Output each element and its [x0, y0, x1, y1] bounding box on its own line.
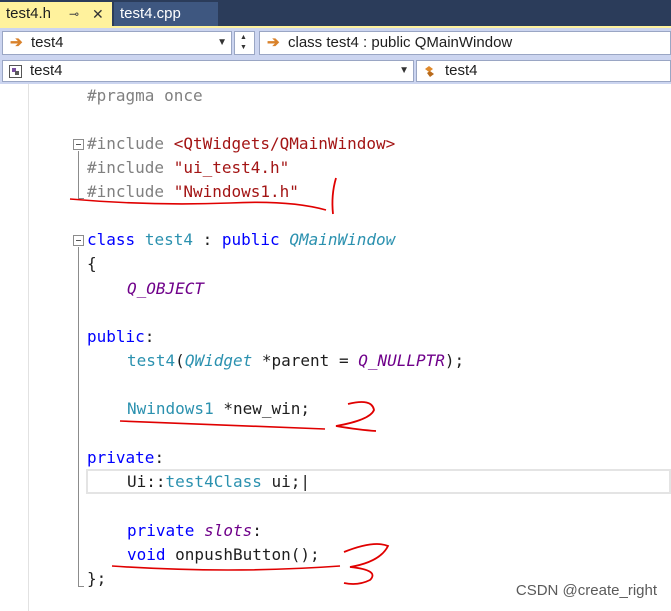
colon-separator: : — [192, 230, 222, 249]
keyword-slots: slots — [204, 521, 253, 540]
chevron-down-icon[interactable]: ▼ — [399, 61, 409, 81]
code-line-class-decl: class test4 : public QMainWindow — [87, 228, 395, 252]
include-path: <QtWidgets/QMainWindow> — [173, 134, 396, 153]
member-rest: *new_win; — [213, 399, 311, 418]
keyword-public: public — [221, 230, 280, 249]
code-line-public: public: — [87, 325, 154, 349]
collapse-toggle[interactable] — [73, 139, 84, 150]
keyword-class: class — [87, 230, 136, 249]
keyword-private: private — [127, 521, 195, 540]
outline-end — [78, 586, 84, 587]
include-directive: #include — [87, 182, 165, 201]
code-line-private: private: — [87, 446, 164, 470]
code-line-private-slots: private slots: — [127, 519, 262, 543]
member-type: Nwindows1 — [127, 399, 214, 418]
spin-up-icon[interactable]: ▲ — [240, 34, 247, 41]
null-macro: Q_NULLPTR — [358, 351, 445, 370]
pin-icon[interactable]: ⊸ — [69, 2, 79, 26]
arrow-right-icon: ➔ — [10, 34, 23, 51]
keyword-public: public — [87, 327, 145, 346]
ctor-end: ); — [444, 351, 465, 370]
paren-open: ( — [175, 351, 185, 370]
tab-test4-h[interactable]: test4.h ⊸ ✕ — [0, 2, 112, 28]
code-line-member: Nwindows1 *new_win; — [127, 397, 310, 421]
code-line-q-object: Q_OBJECT — [127, 279, 205, 298]
code-line-slot-method: void onpushButton(); — [127, 543, 320, 567]
base-class: QMainWindow — [289, 230, 396, 249]
chevron-down-icon[interactable]: ▼ — [217, 32, 227, 54]
colon: : — [252, 521, 262, 540]
code-line-pragma: #pragma once — [87, 86, 203, 105]
type-dropdown[interactable]: test4 ▼ — [2, 60, 414, 82]
scope-dropdown-value: class test4 : public QMainWindow — [288, 34, 513, 51]
collapse-toggle[interactable] — [73, 235, 84, 246]
code-line-constructor: test4(QWidget *parent = Q_NULLPTR); — [127, 349, 464, 373]
code-line-include-2: #include "ui_test4.h" — [87, 156, 289, 180]
outline-line — [78, 247, 79, 587]
code-line-include-3: #include "Nwindows1.h" — [87, 180, 299, 204]
include-path: "Nwindows1.h" — [173, 182, 299, 201]
outline-line — [78, 151, 79, 199]
include-path: "ui_test4.h" — [173, 158, 290, 177]
ui-rest: ui; — [261, 472, 301, 491]
ui-class: test4Class — [165, 472, 262, 491]
class-name: test4 — [144, 230, 193, 249]
colon: : — [144, 327, 155, 346]
navigation-bar: ➔ test4 ▼ ▲ ▼ ➔ class test4 : public QMa… — [0, 28, 671, 58]
scope-spinner[interactable]: ▲ ▼ — [234, 31, 255, 55]
editor-margin — [28, 84, 29, 611]
member-dropdown-value: test4 — [445, 62, 478, 79]
method-icon — [425, 66, 434, 77]
constructor-name: test4 — [127, 351, 176, 370]
tab-test4-cpp[interactable]: test4.cpp — [114, 2, 218, 28]
class-dropdown[interactable]: ➔ test4 ▼ — [2, 31, 232, 55]
code-line-include-1: #include <QtWidgets/QMainWindow> — [87, 132, 395, 156]
watermark: CSDN @create_right — [515, 582, 657, 599]
method-signature: onpushButton(); — [165, 545, 320, 564]
close-icon[interactable]: ✕ — [92, 2, 104, 26]
code-line-ui: Ui::test4Class ui;| — [127, 470, 310, 494]
keyword-private: private — [87, 448, 155, 467]
text-cursor: | — [300, 472, 311, 491]
include-directive: #include — [87, 134, 165, 153]
code-line-open-brace: { — [87, 254, 97, 273]
namespace: Ui:: — [127, 472, 166, 491]
keyword-void: void — [127, 545, 166, 564]
code-line-close-brace: }; — [87, 569, 107, 588]
outline-end — [78, 198, 84, 199]
param-type: QWidget — [184, 351, 253, 370]
navigation-bar-2: test4 ▼ test4 — [0, 58, 671, 84]
colon: : — [154, 448, 165, 467]
arrow-right-icon: ➔ — [267, 34, 280, 51]
scope-dropdown[interactable]: ➔ class test4 : public QMainWindow — [259, 31, 671, 55]
member-dropdown[interactable]: test4 — [416, 60, 671, 82]
class-dropdown-value: test4 — [31, 34, 64, 51]
spin-down-icon[interactable]: ▼ — [240, 44, 247, 51]
class-type-icon — [9, 65, 22, 78]
include-directive: #include — [87, 158, 165, 177]
tab-label: test4.h — [6, 5, 52, 22]
param-rest: *parent = — [252, 351, 359, 370]
tab-label: test4.cpp — [120, 5, 181, 22]
type-dropdown-value: test4 — [30, 62, 63, 79]
